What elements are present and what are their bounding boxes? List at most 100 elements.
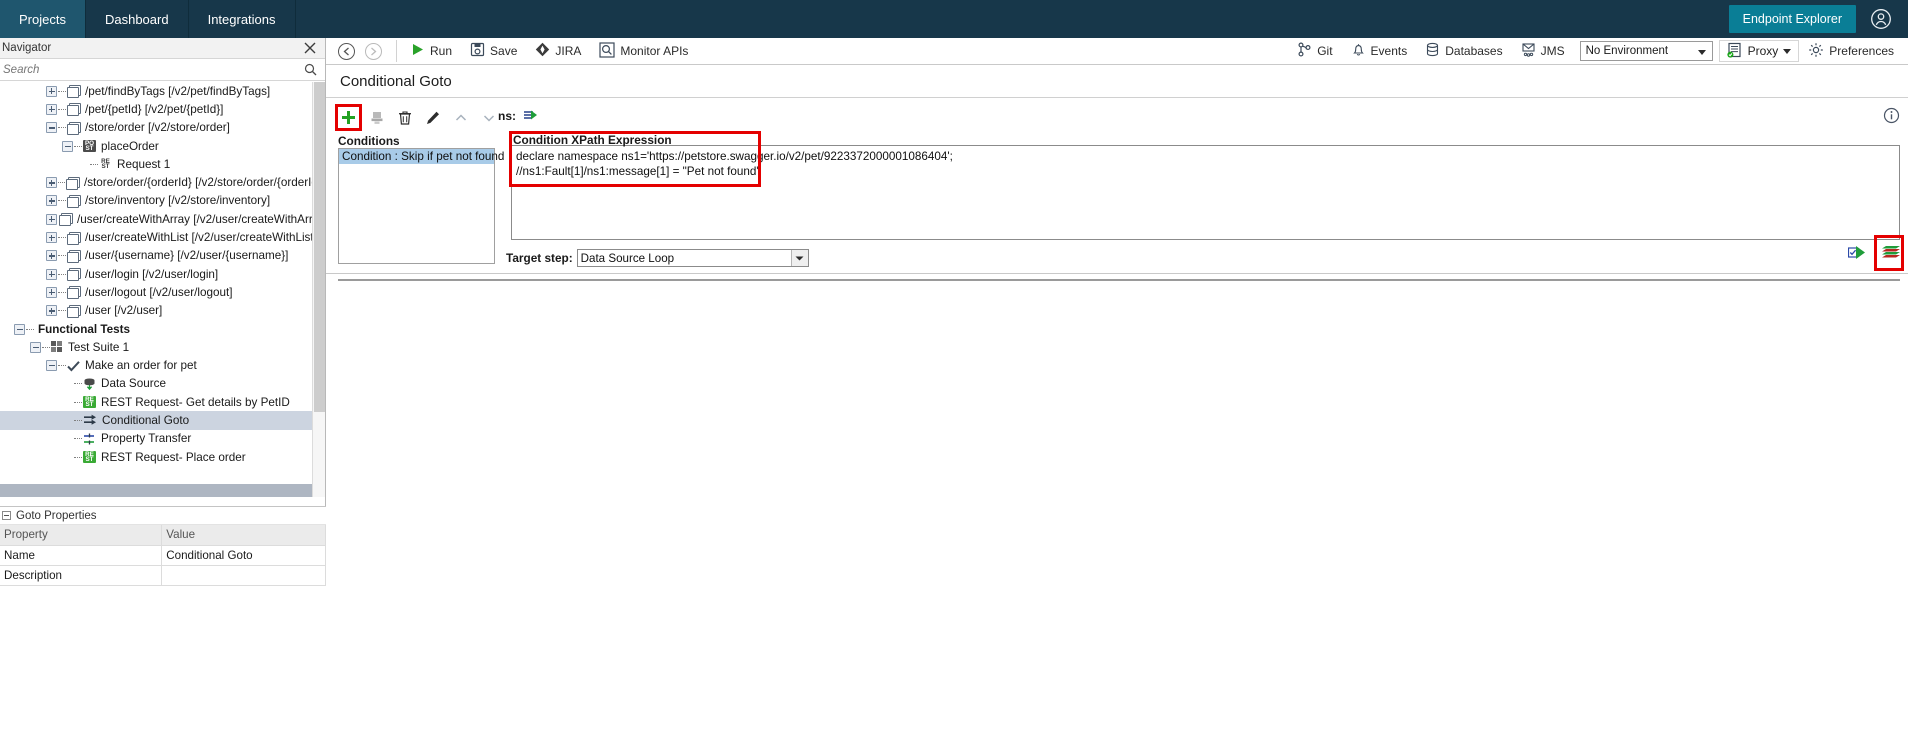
- tree-expander[interactable]: [46, 305, 57, 317]
- back-button[interactable]: [326, 38, 361, 65]
- tree-item[interactable]: /user/createWithList [/v2/user/createWit…: [0, 228, 325, 246]
- tree-expander[interactable]: [46, 213, 57, 225]
- jms-button[interactable]: JMS: [1512, 38, 1574, 65]
- chevron-down-icon[interactable]: [790, 250, 808, 266]
- app-tab-integrations[interactable]: Integrations: [189, 0, 296, 38]
- tree-item[interactable]: Make an order for pet: [0, 356, 325, 374]
- target-step-select[interactable]: Data Source Loop: [576, 249, 809, 267]
- tree-item[interactable]: /store/order/{orderId} [/v2/store/order/…: [0, 173, 325, 191]
- property-name-value[interactable]: Conditional Goto: [161, 545, 326, 566]
- tree-expander-empty: [62, 378, 73, 389]
- tree-item[interactable]: RE ST REST Request- Place order: [0, 448, 325, 466]
- add-condition-button[interactable]: [338, 107, 359, 128]
- tree-item[interactable]: /store/order [/v2/store/order]: [0, 119, 325, 137]
- proxy-button[interactable]: Proxy: [1718, 40, 1800, 62]
- databases-button[interactable]: Databases: [1416, 38, 1511, 65]
- tree-expander[interactable]: [46, 268, 57, 280]
- events-button[interactable]: Events: [1342, 38, 1417, 65]
- tree-expander[interactable]: [46, 103, 57, 115]
- tree-item[interactable]: Property Transfer: [0, 430, 325, 448]
- jira-button[interactable]: JIRA: [526, 38, 590, 65]
- search-icon[interactable]: [304, 63, 317, 76]
- property-description-value[interactable]: [161, 565, 326, 586]
- environment-select[interactable]: No Environment: [1579, 41, 1713, 61]
- main-toolbar: Run Save JIRA Monitor APIs Git Events Da…: [326, 38, 1908, 65]
- tree-item-label: /user/createWithArray [/v2/user/createWi…: [77, 212, 325, 226]
- tree-expander[interactable]: [46, 177, 57, 189]
- tree-vertical-scrollbar[interactable]: [312, 82, 325, 497]
- tree-item[interactable]: /user/login [/v2/user/login]: [0, 265, 325, 283]
- rest-request-icon: RE ST: [101, 158, 110, 171]
- environment-select-value: No Environment: [1585, 45, 1669, 57]
- forward-button[interactable]: [361, 38, 392, 65]
- tree-item[interactable]: Conditional Goto: [0, 411, 325, 430]
- table-row[interactable]: Name Conditional Goto: [0, 545, 326, 566]
- navigator-tree[interactable]: /pet/findByTags [/v2/pet/findByTags] /pet…: [0, 82, 325, 497]
- tree-expander[interactable]: [46, 286, 57, 298]
- declare-namespace-icon[interactable]: [522, 107, 540, 125]
- list-item[interactable]: Condition : Skip if pet not found: [339, 149, 504, 164]
- tree-expander[interactable]: [46, 195, 57, 207]
- namespace-label: ns:: [498, 109, 516, 123]
- target-step-value: Data Source Loop: [580, 251, 675, 265]
- tree-item[interactable]: Test Suite 1: [0, 338, 325, 356]
- tree-item[interactable]: Functional Tests: [0, 320, 325, 338]
- tree-expander-empty: [62, 415, 73, 426]
- trash-icon[interactable]: [394, 107, 415, 128]
- table-row[interactable]: Description: [0, 565, 326, 586]
- clone-condition-button[interactable]: [366, 107, 387, 128]
- monitor-apis-button[interactable]: Monitor APIs: [590, 38, 697, 65]
- close-icon[interactable]: [303, 41, 317, 55]
- tree-item-label: REST Request- Get details by PetID: [101, 395, 290, 409]
- run-button[interactable]: Run: [401, 38, 461, 65]
- save-button[interactable]: Save: [461, 38, 526, 65]
- tree-expander[interactable]: [46, 360, 57, 372]
- tree-expander[interactable]: [14, 323, 25, 335]
- info-circle-icon[interactable]: [1883, 107, 1900, 124]
- tree-expander[interactable]: [62, 140, 73, 152]
- collapse-icon[interactable]: [2, 511, 11, 520]
- tree-horizontal-scrollbar[interactable]: [0, 484, 1164, 497]
- tree-item[interactable]: /store/inventory [/v2/store/inventory]: [0, 192, 325, 210]
- tree-vertical-scroll-thumb[interactable]: [314, 82, 325, 412]
- resource-icon: [67, 103, 81, 117]
- xpath-expression-textarea[interactable]: declare namespace ns1='https://petstore.…: [511, 145, 1900, 240]
- endpoint-explorer-button[interactable]: Endpoint Explorer: [1728, 5, 1856, 33]
- play-icon: [410, 42, 425, 60]
- tree-item[interactable]: /user/{username} [/v2/user/{username}]: [0, 247, 325, 265]
- app-tab-dashboard[interactable]: Dashboard: [86, 0, 189, 38]
- chevron-down-icon[interactable]: [478, 107, 499, 128]
- resource-icon: [67, 231, 81, 245]
- tree-item-label: Conditional Goto: [102, 413, 190, 427]
- tree-expander[interactable]: [46, 232, 57, 244]
- app-tab-projects[interactable]: Projects: [0, 0, 86, 38]
- tree-item[interactable]: /user/logout [/v2/user/logout]: [0, 283, 325, 301]
- tree-item[interactable]: /user [/v2/user]: [0, 302, 325, 320]
- tree-item[interactable]: RE ST REST Request- Get details by PetID: [0, 393, 325, 411]
- pencil-icon[interactable]: [422, 107, 443, 128]
- tree-expander[interactable]: [46, 122, 57, 134]
- editor-divider: [326, 273, 1908, 274]
- events-label: Events: [1370, 44, 1408, 58]
- tree-item[interactable]: /pet/findByTags [/v2/pet/findByTags]: [0, 82, 325, 100]
- proxy-server-icon: [1727, 42, 1743, 61]
- tree-item[interactable]: RE ST Request 1: [0, 155, 325, 173]
- tree-expander[interactable]: [46, 250, 57, 262]
- git-button[interactable]: Git: [1288, 38, 1341, 65]
- search-input[interactable]: [0, 62, 325, 77]
- tree-item-label: /user/logout [/v2/user/logout]: [85, 285, 233, 299]
- goto-properties-header[interactable]: Goto Properties: [0, 507, 326, 525]
- tree-expander[interactable]: [46, 85, 57, 97]
- request-log-stack-icon[interactable]: [1881, 243, 1900, 262]
- run-step-green-arrow-icon[interactable]: [1847, 243, 1867, 262]
- chevron-up-icon[interactable]: [450, 107, 471, 128]
- tree-item[interactable]: /user/createWithArray [/v2/user/createWi…: [0, 210, 325, 228]
- preferences-button[interactable]: Preferences: [1799, 38, 1908, 65]
- conditions-toolbar: [338, 107, 499, 128]
- tree-expander[interactable]: [30, 341, 41, 353]
- tree-item[interactable]: Data Source: [0, 375, 325, 393]
- tree-item[interactable]: PO ST placeOrder: [0, 137, 325, 155]
- conditions-list[interactable]: Condition : Skip if pet not found: [338, 148, 504, 264]
- tree-item[interactable]: /pet/{petId} [/v2/pet/{petId}]: [0, 100, 325, 118]
- user-circle-icon[interactable]: [1870, 8, 1892, 30]
